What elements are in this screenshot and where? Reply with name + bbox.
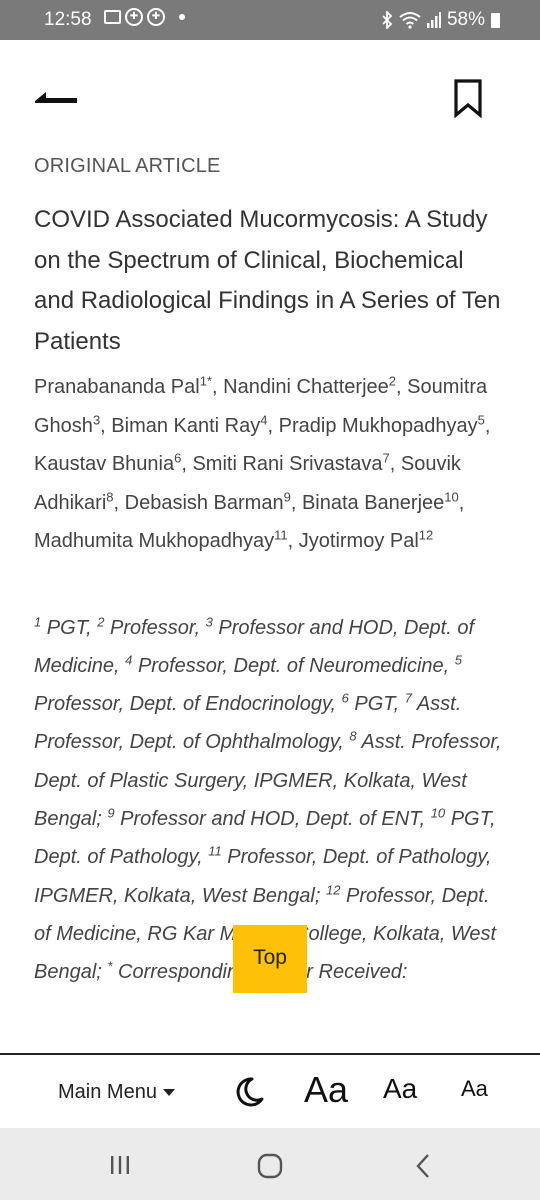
author-name: Biman Kanti Ray4 [111, 411, 268, 437]
affiliation-sup: 9 [107, 805, 115, 821]
affiliation-text: PGT, [348, 693, 405, 716]
article-content: ORIGINAL ARTICLE COVID Associated Mucorm… [34, 155, 510, 1055]
affiliation-sup: 7 [404, 690, 412, 706]
author-sup: 7 [382, 450, 390, 466]
affiliation-sup: 10 [430, 805, 446, 821]
gallery-icon [104, 10, 121, 24]
notification-dot [179, 14, 185, 20]
status-left-icons: ✚ ✚ [104, 8, 185, 26]
caret-down-icon [162, 1089, 175, 1097]
home-icon[interactable] [257, 1153, 283, 1179]
author-sup: 9 [283, 488, 291, 504]
app-icon: ✚ [147, 8, 165, 26]
author-name: Pradip Mukhopadhyay5 [278, 411, 485, 437]
signal-icon [426, 12, 441, 28]
author-name: Nandini Chatterjee2 [223, 373, 397, 398]
recents-icon[interactable] [109, 1155, 131, 1175]
affiliation-sup: 8 [349, 728, 357, 744]
font-size-large-button[interactable]: Aa [304, 1069, 348, 1111]
affiliation-sup: 6 [341, 690, 349, 706]
affiliation-text: Professor, [104, 616, 206, 639]
author-name: Kaustav Bhunia6 [34, 450, 182, 475]
affiliation-text: Professor, Dept. of Neuromedicine, [132, 654, 455, 677]
author-sup: 11 [274, 527, 288, 543]
author-name: Pranabananda Pal1* [34, 373, 212, 398]
scroll-top-button[interactable]: Top [233, 925, 307, 993]
battery-icon [491, 12, 500, 28]
author-sup: 10 [444, 488, 459, 504]
affiliation-text: Professor and HOD, Dept. of ENT, [114, 807, 431, 830]
moon-icon[interactable] [232, 1075, 266, 1109]
battery-percent: 58% [446, 9, 485, 30]
bookmark-icon[interactable] [452, 78, 484, 118]
affiliation-sup: 11 [208, 843, 222, 859]
affiliation-sup: 3 [205, 613, 213, 629]
status-time: 12:58 [44, 9, 92, 30]
author-sup: 6 [174, 450, 182, 466]
author-sup: 2 [388, 373, 397, 389]
author-sup: 8 [106, 488, 114, 504]
author-name: Debasish Barman9 [124, 488, 291, 514]
main-menu-label: Main Menu [58, 1081, 157, 1103]
font-size-small-button[interactable]: Aa [461, 1076, 488, 1102]
font-size-medium-button[interactable]: Aa [383, 1073, 417, 1105]
author-name: Smiti Rani Srivastava7 [192, 450, 390, 475]
back-arrow-icon[interactable] [32, 84, 80, 114]
nav-back-icon[interactable] [412, 1153, 434, 1179]
author-sup: 4 [260, 411, 268, 427]
status-bar: 12:58 ✚ ✚ 58% [0, 0, 540, 40]
author-name: Binata Banerjee10 [301, 488, 459, 514]
wifi-icon [399, 12, 421, 29]
affiliation-text: Professor, Dept. of Endocrinology, [34, 693, 342, 716]
status-right-icons: 58% [381, 9, 500, 31]
bluetooth-icon [382, 11, 393, 29]
affiliation-sup: 5 [454, 652, 462, 668]
author-sup: 3 [92, 411, 101, 427]
article-title: COVID Associated Mucormycosis: A Study o… [34, 206, 501, 355]
article-kicker: ORIGINAL ARTICLE [34, 155, 221, 177]
bottom-toolbar: Main Menu Aa Aa Aa [0, 1055, 540, 1128]
system-nav-bar [0, 1128, 540, 1200]
app-icon: ✚ [125, 8, 143, 26]
author-name: Jyotirmoy Pal12 [298, 527, 434, 552]
author-sup: 12 [418, 527, 434, 543]
author-sup: 5 [477, 411, 485, 427]
main-menu-button[interactable]: Main Menu [58, 1081, 175, 1104]
author-sup: 1* [199, 373, 212, 389]
affiliation-sup: 12 [325, 881, 341, 897]
author-list: Pranabananda Pal1*, Nandini Chatterjee2,… [34, 373, 491, 552]
author-name: Madhumita Mukhopadhyay11 [34, 527, 288, 552]
affiliation-text: PGT, [41, 616, 98, 639]
